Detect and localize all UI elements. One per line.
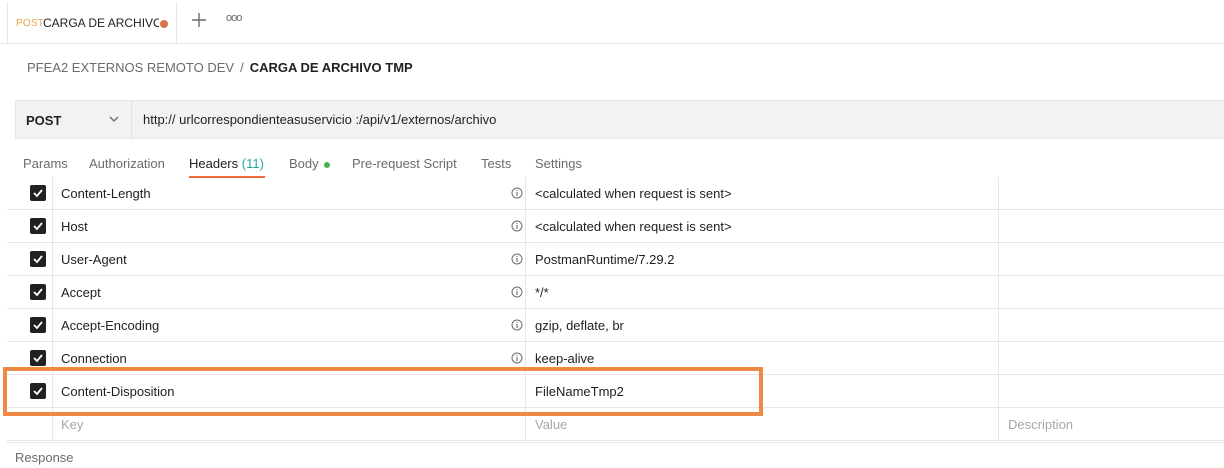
header-key[interactable]: Host [61,219,88,234]
row-checkbox[interactable] [30,185,46,201]
value-placeholder-input[interactable]: Value [535,417,567,432]
table-row: User-Agent PostmanRuntime/7.29.2 [7,243,1224,276]
column-divider [998,210,999,242]
column-divider [525,276,526,308]
header-key[interactable]: User-Agent [61,252,127,267]
checkbox-cell [7,309,53,341]
method-dropdown[interactable]: POST [16,101,132,138]
header-key[interactable]: Content-Length [61,186,151,201]
checkbox-cell [7,210,53,242]
header-key[interactable]: Connection [61,351,127,366]
request-tabs: Params Authorization Headers (11) Body P… [0,150,1224,180]
chevron-down-icon [109,116,119,122]
table-row: Host <calculated when request is sent> [7,210,1224,243]
header-value[interactable]: <calculated when request is sent> [535,186,732,201]
response-divider [7,442,1224,443]
tab-body-label: Body [289,156,319,171]
unsaved-dot-icon [160,20,168,28]
checkbox-cell [7,177,53,209]
breadcrumb: PFEA2 EXTERNOS REMOTO DEV / CARGA DE ARCHI… [27,60,413,75]
row-checkbox[interactable] [30,350,46,366]
checkmark-icon [33,354,43,363]
info-icon[interactable] [511,253,523,265]
column-divider [998,342,999,374]
info-icon[interactable] [511,220,523,232]
checkbox-cell [7,243,53,275]
breadcrumb-request[interactable]: CARGA DE ARCHIVO TMP [250,60,413,75]
tab-title: CARGA DE ARCHIVO TMP [43,16,159,30]
info-icon[interactable] [511,286,523,298]
info-icon[interactable] [511,187,523,199]
key-placeholder-input[interactable]: Key [61,417,83,432]
checkmark-icon [33,255,43,264]
column-divider [998,243,999,275]
header-value[interactable]: PostmanRuntime/7.29.2 [535,252,674,267]
tab-top-edge [8,0,176,2]
table-row: Accept-Encoding gzip, deflate, br [7,309,1224,342]
tab-method: POST [16,18,45,29]
row-checkbox[interactable] [30,218,46,234]
method-value: POST [26,113,62,128]
tab-params[interactable]: Params [23,156,68,171]
table-row: Accept */* [7,276,1224,309]
tab-bar: POST CARGA DE ARCHIVO TMP ooo [0,0,1224,44]
body-status-dot-icon [323,161,330,168]
header-value[interactable]: */* [535,285,549,300]
header-key[interactable]: Accept-Encoding [61,318,159,333]
column-divider [998,309,999,341]
breadcrumb-collection[interactable]: PFEA2 EXTERNOS REMOTO DEV [27,60,234,75]
more-tabs-icon[interactable]: ooo [226,12,242,24]
checkmark-icon [33,189,43,198]
checkmark-icon [33,288,43,297]
tab-headers[interactable]: Headers (11) [189,156,264,171]
column-divider [525,177,526,209]
tab-authorization[interactable]: Authorization [89,156,165,171]
info-icon[interactable] [511,319,523,331]
row-checkbox[interactable] [30,251,46,267]
highlight-annotation-box [3,367,763,416]
row-checkbox[interactable] [30,284,46,300]
tab-tests[interactable]: Tests [481,156,511,171]
description-placeholder-input[interactable]: Description [1008,417,1073,432]
header-value[interactable]: keep-alive [535,351,594,366]
request-tab[interactable]: POST CARGA DE ARCHIVO TMP [7,0,177,43]
checkbox-cell [7,276,53,308]
column-divider [998,375,999,407]
tab-body[interactable]: Body [289,156,330,171]
header-value[interactable]: gzip, deflate, br [535,318,624,333]
tab-settings[interactable]: Settings [535,156,582,171]
column-divider [998,408,999,440]
column-divider [525,243,526,275]
new-tab-plus-icon[interactable] [190,11,208,29]
table-row: Content-Length <calculated when request … [7,177,1224,210]
tab-headers-label: Headers [189,156,239,171]
checkmark-icon [33,222,43,231]
url-input[interactable]: http:// urlcorrespondienteasuservicio :/… [143,112,496,127]
column-divider [525,210,526,242]
url-bar: POST http:// urlcorrespondienteasuservic… [15,100,1224,139]
column-divider [998,276,999,308]
header-value[interactable]: <calculated when request is sent> [535,219,732,234]
breadcrumb-separator: / [240,60,244,75]
column-divider [998,177,999,209]
column-divider [525,309,526,341]
tab-prerequest-script[interactable]: Pre-request Script [352,156,457,171]
header-key[interactable]: Accept [61,285,101,300]
row-checkbox[interactable] [30,317,46,333]
headers-count: (11) [241,156,264,171]
response-label[interactable]: Response [15,450,74,465]
info-icon[interactable] [511,352,523,364]
checkmark-icon [33,321,43,330]
